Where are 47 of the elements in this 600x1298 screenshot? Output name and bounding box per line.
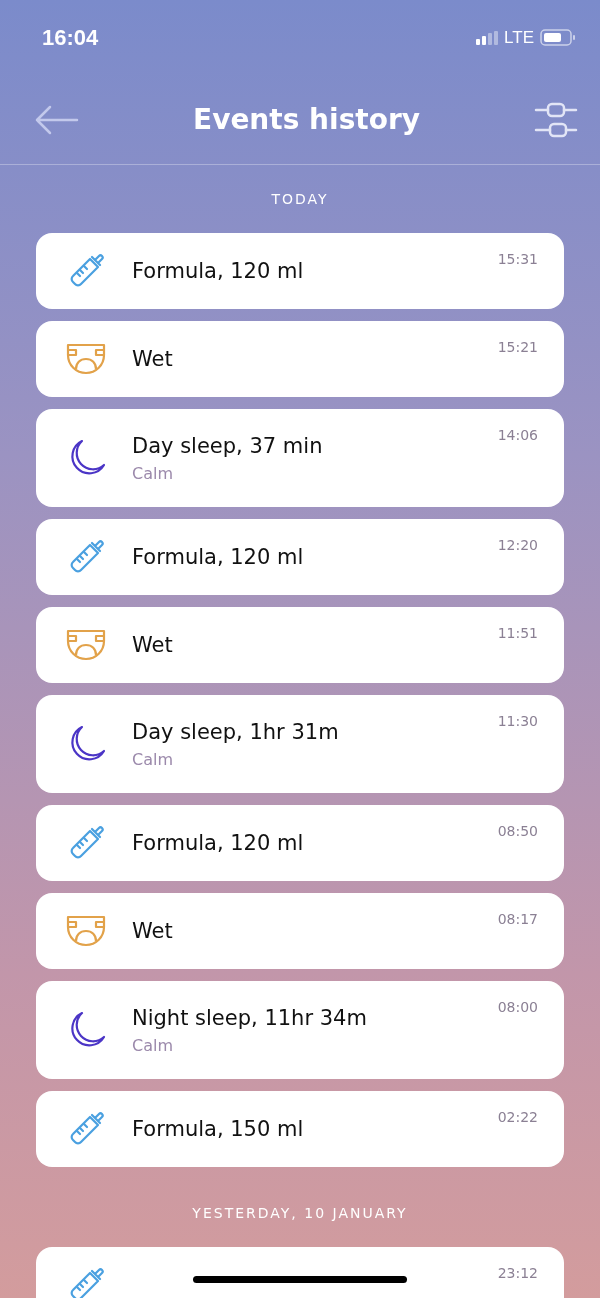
event-mood: Calm (132, 463, 174, 483)
event-card[interactable]: Formula, 150 ml 02:22 (36, 1091, 564, 1167)
event-title: Formula, 120 ml (132, 545, 304, 569)
event-time: 23:12 (497, 1265, 538, 1281)
diaper-icon (66, 915, 106, 947)
event-mood: Calm (132, 1035, 174, 1055)
event-title: Wet (132, 919, 173, 943)
event-card[interactable]: Day sleep, 1hr 31m Calm 11:30 (36, 695, 564, 793)
event-title: Wet (132, 347, 173, 371)
event-time: 15:31 (497, 251, 538, 267)
event-card[interactable]: Wet 11:51 (36, 607, 564, 683)
event-time: 08:00 (497, 999, 538, 1015)
event-title: Formula, 150 ml (132, 1117, 304, 1141)
event-time: 14:06 (497, 427, 538, 443)
event-title: Day sleep, 37 min (132, 433, 323, 458)
event-title: Formula, 120 ml (132, 831, 304, 855)
signal-icon (476, 30, 499, 45)
event-card[interactable]: Wet 08:17 (36, 893, 564, 969)
event-time: 12:20 (497, 537, 538, 553)
event-title: Night sleep, 11hr 34m (132, 1005, 367, 1030)
battery-icon (540, 29, 576, 46)
event-title: Formula, 120 ml (132, 259, 304, 283)
event-title: Wet (132, 633, 173, 657)
diaper-icon (66, 343, 106, 375)
event-time: 11:30 (497, 713, 538, 729)
event-card[interactable]: Wet 15:21 (36, 321, 564, 397)
status-time: 16:04 (42, 24, 99, 51)
event-card[interactable]: Formula, 120 ml 08:50 (36, 805, 564, 881)
event-card[interactable]: Night sleep, 11hr 34m Calm 08:00 (36, 981, 564, 1079)
event-time: 08:50 (497, 823, 538, 839)
event-title: Day sleep, 1hr 31m (132, 719, 339, 744)
section-heading: YESTERDAY, 10 JANUARY (192, 1204, 408, 1223)
section-heading: TODAY (271, 190, 329, 209)
page-title: Events history (193, 103, 420, 136)
back-arrow-icon[interactable] (35, 104, 79, 135)
network-label: LTE (504, 27, 534, 48)
event-time: 11:51 (497, 625, 538, 641)
filter-icon[interactable] (534, 100, 578, 139)
event-card[interactable]: Day sleep, 37 min Calm 14:06 (36, 409, 564, 507)
event-card[interactable]: Formula, 120 ml 12:20 (36, 519, 564, 595)
event-card[interactable]: Formula, 120 ml 15:31 (36, 233, 564, 309)
event-time: 15:21 (497, 339, 538, 355)
event-mood: Calm (132, 749, 174, 769)
event-time: 08:17 (497, 911, 538, 927)
diaper-icon (66, 629, 106, 661)
event-time: 02:22 (497, 1109, 538, 1125)
event-card[interactable]: 23:12 (36, 1247, 564, 1298)
